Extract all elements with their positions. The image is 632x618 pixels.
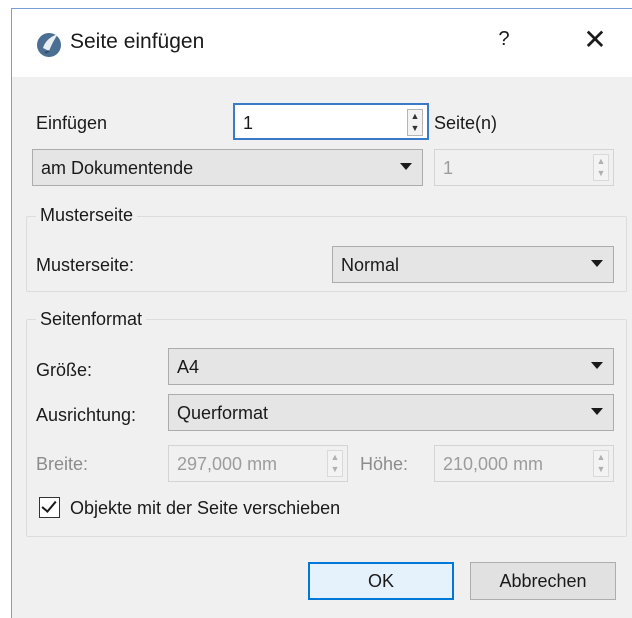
target-page-value: 1 [443,158,454,178]
orientation-value: Querformat [177,403,269,423]
pages-unit-label: Seite(n) [434,113,498,133]
size-label: Größe: [36,360,93,380]
orientation-label: Ausrichtung: [36,405,137,425]
height-value: 210,000 mm [443,454,544,474]
window-title: Seite einfügen [70,30,205,53]
insert-label: Einfügen [36,113,108,133]
page-count-value: 1 [243,113,254,133]
page-count-spinbox[interactable]: 1 ▲ ▼ [233,103,429,140]
orientation-select[interactable]: Querformat [168,394,614,431]
chevron-down-icon [400,163,412,170]
title-bar: Seite einfügen ? ✕ [12,9,632,77]
master-page-label: Musterseite: [36,255,135,275]
width-label: Breite: [36,454,89,474]
chevron-down-icon [591,362,603,369]
scribus-app-icon [37,33,61,57]
page-size-value: A4 [177,357,200,377]
spin-arrows-icon[interactable]: ▲ ▼ [407,109,423,136]
chevron-down-icon [591,408,603,415]
height-label: Höhe: [360,454,409,474]
page-format-group-title: Seitenformat [36,309,147,330]
move-objects-checkbox[interactable] [39,497,60,518]
master-page-value: Normal [341,255,400,275]
spin-arrows-icon[interactable]: ▲ ▼ [593,450,609,477]
move-objects-label[interactable]: Objekte mit der Seite verschieben [70,497,340,519]
master-page-select[interactable]: Normal [332,246,614,283]
insert-position-select[interactable]: am Dokumentende [32,149,423,186]
spin-arrows-icon[interactable]: ▲ ▼ [593,154,609,181]
width-value: 297,000 mm [177,454,278,474]
insert-page-dialog: Seite einfügen ? ✕ Einfügen 1 ▲ ▼ Seite(n… [11,8,632,618]
master-page-group-title: Musterseite [36,205,138,226]
target-page-spinbox[interactable]: 1 ▲ ▼ [434,149,614,186]
height-spinbox[interactable]: 210,000 mm ▲ ▼ [434,445,614,482]
insert-position-value: am Dokumentende [41,158,194,178]
cancel-button[interactable]: Abbrechen [470,562,616,600]
close-button[interactable]: ✕ [578,23,612,56]
page-size-select[interactable]: A4 [168,348,614,385]
spin-arrows-icon[interactable]: ▲ ▼ [327,450,343,477]
checkmark-icon [41,497,57,513]
help-button[interactable]: ? [490,28,518,51]
ok-button[interactable]: OK [308,562,454,600]
chevron-down-icon [591,260,603,267]
width-spinbox[interactable]: 297,000 mm ▲ ▼ [168,445,348,482]
